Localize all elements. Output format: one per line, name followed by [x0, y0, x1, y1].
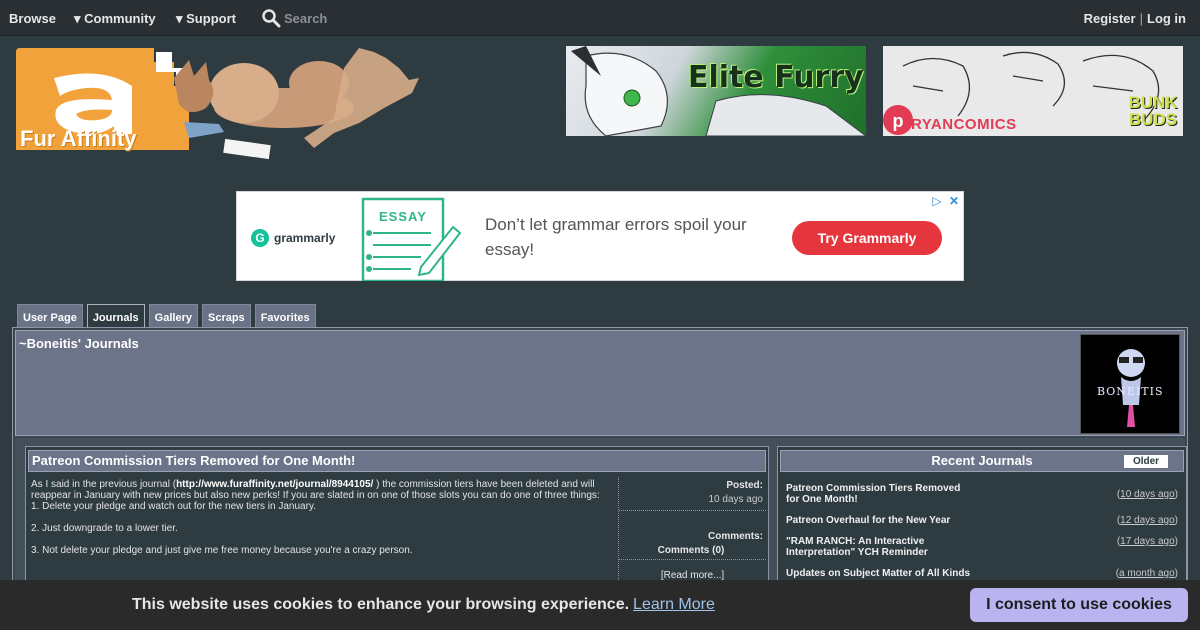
list-item[interactable]: "RAM RANCH: An Interactive Interpretatio…: [786, 536, 1178, 568]
cookie-message: This website uses cookies to enhance you…: [132, 596, 715, 614]
search-icon[interactable]: [261, 8, 281, 28]
tab-scraps[interactable]: Scraps: [201, 304, 251, 327]
avatar-text: BONEITIS: [1097, 385, 1164, 398]
profile-tabs: User Page Journals Gallery Scraps Favori…: [17, 304, 320, 327]
banner1-title: Elite Furry: [688, 60, 864, 95]
comments-link[interactable]: Comments (0): [619, 542, 766, 560]
top-nav: Browse ▾ Community ▾ Support Register| Lo…: [0, 0, 1200, 36]
tab-gallery[interactable]: Gallery: [148, 304, 198, 327]
recent-item-title[interactable]: Patreon Commission Tiers Removed for One…: [786, 483, 976, 505]
tab-journals[interactable]: Journals: [86, 304, 145, 327]
tab-user-page[interactable]: User Page: [17, 304, 83, 327]
learn-more-link[interactable]: Learn More: [633, 596, 715, 613]
list-item[interactable]: Patreon Overhaul for the New Year (12 da…: [786, 515, 1178, 536]
search-box: [261, 8, 404, 28]
login-link[interactable]: Log in: [1147, 11, 1186, 26]
posted-value: 10 days ago: [619, 491, 766, 511]
journal-body: As I said in the previous journal (http:…: [31, 479, 621, 567]
page-title: ~Boneitis' Journals: [19, 336, 139, 351]
register-link[interactable]: Register: [1084, 11, 1136, 26]
banner2-subtitle: BUNK BUDS: [1128, 93, 1178, 129]
nav-community[interactable]: ▾ Community: [74, 11, 156, 27]
recent-item-title[interactable]: Patreon Overhaul for the New Year: [786, 515, 1046, 526]
nav-support[interactable]: ▾ Support: [176, 11, 236, 27]
avatar[interactable]: BONEITIS: [1080, 334, 1180, 434]
auth-separator: |: [1139, 11, 1143, 26]
close-ad-icon[interactable]: ✕: [949, 194, 959, 208]
ryancomics-banner[interactable]: p RYANCOMICS BUNK BUDS: [883, 46, 1183, 136]
older-button[interactable]: Older: [1124, 455, 1168, 468]
list-item[interactable]: Patreon Commission Tiers Removed for One…: [786, 483, 1178, 515]
grammarly-logo: G grammarly: [251, 229, 335, 247]
profile-header: ~Boneitis' Journals BONEITIS: [15, 330, 1185, 436]
comments-label: Comments:: [707, 531, 763, 542]
recent-journals-list: Patreon Commission Tiers Removed for One…: [786, 483, 1178, 584]
cookie-text: This website uses cookies to enhance you…: [132, 596, 630, 613]
journal-option-3: 3. Not delete your pledge and just give …: [31, 545, 413, 556]
recent-item-date: (12 days ago): [1116, 515, 1178, 526]
cookie-banner: This website uses cookies to enhance you…: [0, 580, 1200, 630]
recent-item-date: (a month ago): [1115, 568, 1178, 579]
search-input[interactable]: [284, 10, 404, 26]
ad-brand: grammarly: [274, 231, 336, 245]
journal-option-2: 2. Just downgrade to a lower tier.: [31, 523, 178, 534]
logo-text: Fur Affinity: [20, 126, 137, 151]
adchoices-icon[interactable]: ▷: [932, 194, 941, 208]
posted-label: Posted:: [726, 480, 763, 491]
journal-option-1: 1. Delete your pledge and watch out for …: [31, 501, 316, 512]
recent-item-title[interactable]: "RAM RANCH: An Interactive Interpretatio…: [786, 536, 946, 558]
journal-title[interactable]: Patreon Commission Tiers Removed for One…: [28, 450, 766, 472]
ad-headline: Don’t let grammar errors spoil your essa…: [485, 215, 747, 259]
auth-links: Register | Log in: [1084, 11, 1186, 26]
recent-item-title[interactable]: Updates on Subject Matter of All Kinds: [786, 568, 1066, 579]
grammarly-g-icon: G: [251, 229, 269, 247]
svg-text:p: p: [893, 111, 904, 131]
journal-link[interactable]: http://www.furaffinity.net/journal/89441…: [176, 479, 373, 490]
recent-item-date: (10 days ago): [1116, 489, 1178, 500]
try-grammarly-button[interactable]: Try Grammarly: [792, 221, 942, 255]
ad-choices[interactable]: ▷ ✕: [932, 194, 959, 208]
elite-furry-banner[interactable]: Elite Furry: [566, 46, 866, 136]
banner2-title: RYANCOMICS: [911, 116, 1017, 133]
tab-favorites[interactable]: Favorites: [254, 304, 316, 327]
journal-intro-pre: As I said in the previous journal (: [31, 479, 177, 490]
grammarly-ad[interactable]: G grammarly ESSAY Don’t let grammar erro…: [236, 191, 964, 281]
site-logo[interactable]: Fur Affinity: [14, 38, 424, 160]
consent-button[interactable]: I consent to use cookies: [970, 588, 1188, 622]
recent-item-date: (17 days ago): [1116, 536, 1178, 547]
nav-browse[interactable]: Browse: [9, 11, 56, 26]
essay-label: ESSAY: [379, 209, 427, 224]
